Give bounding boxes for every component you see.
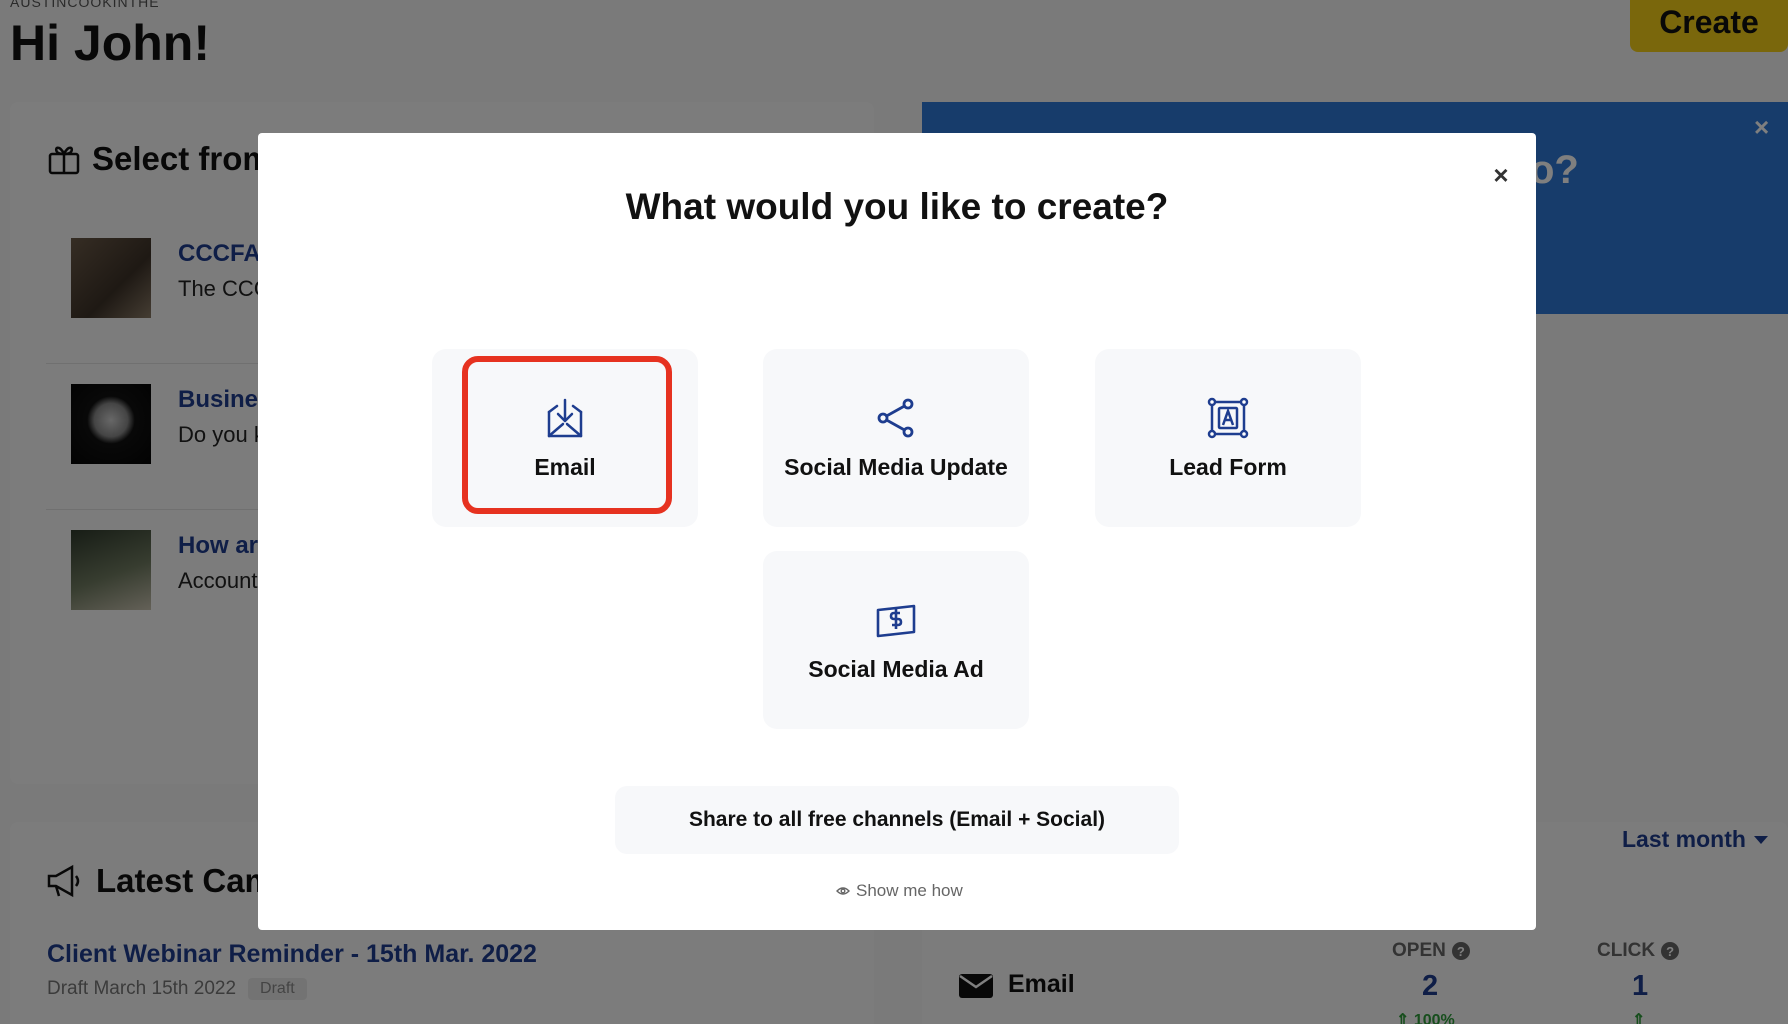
option-social-media-ad-label: Social Media Ad (808, 655, 984, 682)
modal-title: What would you like to create? (625, 186, 1169, 227)
eye-icon (836, 887, 850, 895)
option-social-media-update[interactable]: Social Media Update (763, 349, 1029, 527)
share-all-channels-button[interactable]: Share to all free channels (Email + Soci… (615, 786, 1179, 854)
option-social-media-ad[interactable]: Social Media Ad (763, 551, 1029, 729)
lead-form-icon (1207, 397, 1249, 438)
option-email[interactable]: Email (432, 349, 698, 527)
option-email-label: Email (534, 453, 596, 480)
option-lead-form[interactable]: Lead Form (1095, 349, 1361, 527)
share-icon (877, 398, 914, 437)
dollar-bill-icon (876, 604, 916, 637)
show-me-how-link[interactable]: Show me how (836, 881, 963, 901)
option-social-media-update-label: Social Media Update (784, 453, 1008, 480)
show-me-how-label: Show me how (856, 881, 963, 900)
option-lead-form-label: Lead Form (1169, 453, 1287, 480)
email-download-icon (547, 398, 583, 437)
